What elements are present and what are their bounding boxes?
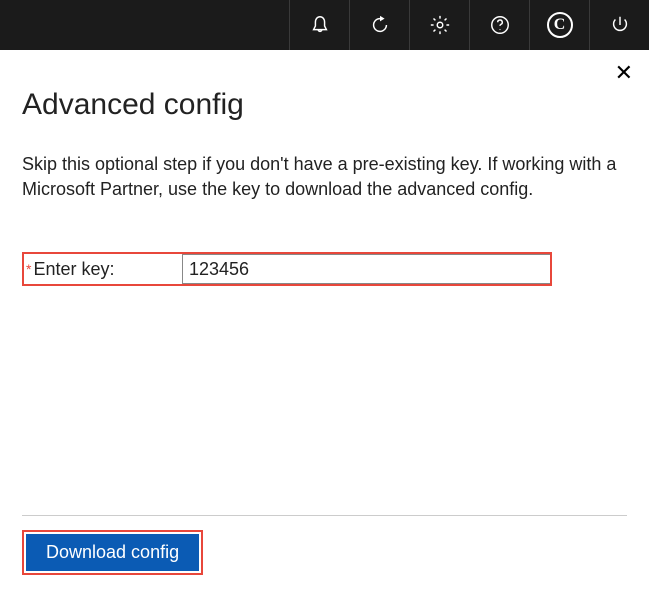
download-button-highlight: Download config: [22, 530, 203, 575]
enter-key-input[interactable]: [182, 254, 550, 284]
gear-icon: [429, 14, 451, 36]
dialog-description: Skip this optional step if you don't hav…: [22, 152, 627, 202]
power-icon: [609, 14, 631, 36]
refresh-icon: [369, 14, 391, 36]
power-button[interactable]: [589, 0, 649, 50]
close-icon: ✕: [615, 60, 633, 85]
top-bar: C: [0, 0, 649, 50]
required-indicator: *: [26, 261, 31, 277]
help-button[interactable]: [469, 0, 529, 50]
dialog-panel: ✕ Advanced config Skip this optional ste…: [0, 50, 649, 593]
copyright-icon: C: [547, 12, 573, 38]
enter-key-label: * Enter key:: [24, 254, 182, 284]
refresh-button[interactable]: [349, 0, 409, 50]
download-config-button[interactable]: Download config: [26, 534, 199, 571]
close-button[interactable]: ✕: [615, 62, 633, 84]
settings-button[interactable]: [409, 0, 469, 50]
enter-key-field-row: * Enter key:: [22, 252, 552, 286]
dialog-footer: Download config: [22, 515, 627, 593]
help-icon: [489, 14, 511, 36]
notifications-button[interactable]: [289, 0, 349, 50]
brand-button[interactable]: C: [529, 0, 589, 50]
page-title: Advanced config: [22, 88, 627, 122]
bell-icon: [309, 14, 331, 36]
enter-key-label-text: Enter key:: [33, 259, 114, 280]
